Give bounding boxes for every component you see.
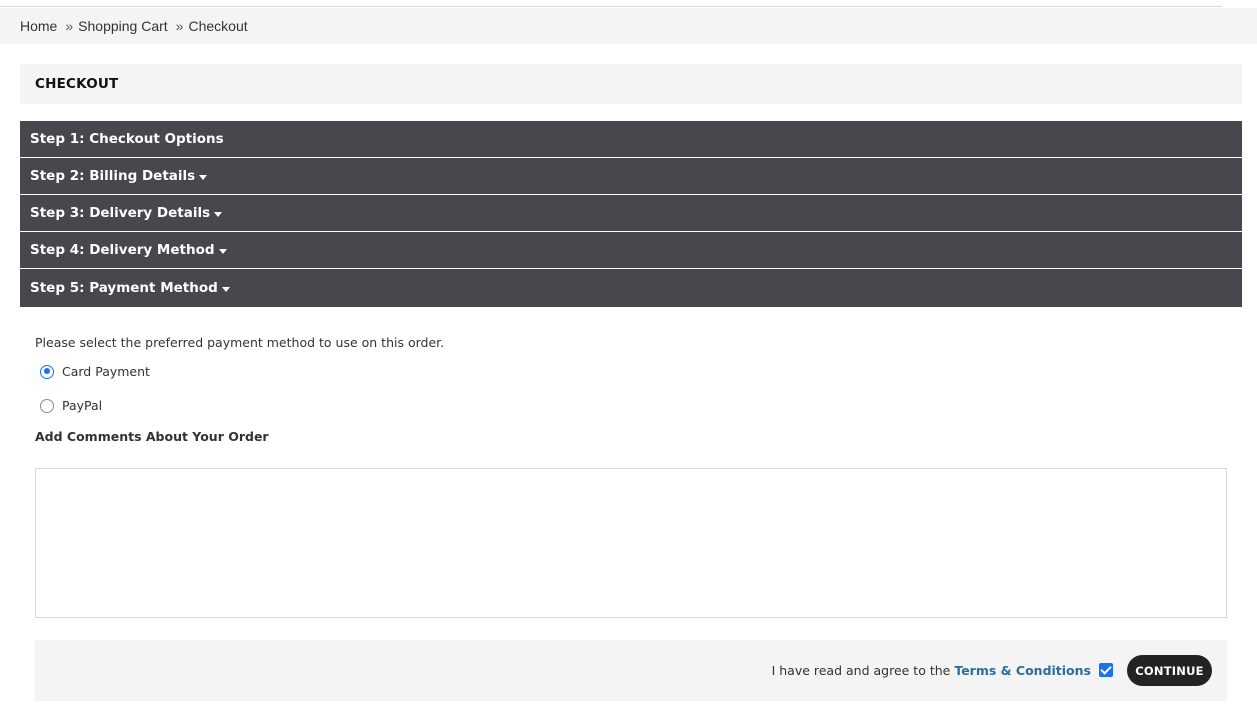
breadcrumb-shopping-cart-link[interactable]: Shopping Cart bbox=[78, 18, 168, 34]
payment-instruction: Please select the preferred payment meth… bbox=[35, 335, 445, 350]
step-label: Step 1: Checkout Options bbox=[30, 131, 224, 147]
caret-down-icon bbox=[221, 286, 230, 292]
step-label: Step 3: Delivery Details bbox=[30, 205, 211, 221]
step-checkout-options[interactable]: Step 1: Checkout Options bbox=[20, 121, 1242, 158]
page-title: CHECKOUT bbox=[35, 76, 119, 92]
payment-option-label: PayPal bbox=[62, 398, 103, 413]
card-payment-radio[interactable] bbox=[40, 364, 54, 379]
step-label: Step 2: Billing Details bbox=[30, 168, 196, 184]
paypal-radio[interactable] bbox=[40, 398, 54, 413]
caret-down-icon bbox=[199, 174, 208, 180]
checkout-steps: Step 1: Checkout Options Step 2: Billing… bbox=[20, 121, 1242, 307]
step-billing-details[interactable]: Step 2: Billing Details bbox=[20, 158, 1242, 195]
step-delivery-details[interactable]: Step 3: Delivery Details bbox=[20, 195, 1242, 232]
checkout-action-bar: I have read and agree to the Terms & Con… bbox=[35, 640, 1227, 701]
page-title-bar: CHECKOUT bbox=[20, 64, 1242, 104]
breadcrumb: Home » Shopping Cart » Checkout bbox=[20, 18, 248, 34]
step-label: Step 5: Payment Method bbox=[30, 280, 218, 296]
agree-label: I have read and agree to the bbox=[771, 663, 955, 678]
step-label: Step 4: Delivery Method bbox=[30, 242, 215, 258]
comments-label: Add Comments About Your Order bbox=[35, 429, 269, 444]
breadcrumb-home-link[interactable]: Home bbox=[20, 18, 57, 34]
breadcrumb-separator: » bbox=[65, 18, 74, 34]
payment-option-paypal[interactable]: PayPal bbox=[40, 398, 102, 413]
breadcrumb-checkout-link[interactable]: Checkout bbox=[188, 18, 247, 34]
breadcrumb-separator: » bbox=[175, 18, 184, 34]
terms-agreement-text: I have read and agree to the Terms & Con… bbox=[772, 663, 1091, 678]
continue-button[interactable]: CONTINUE bbox=[1127, 655, 1212, 686]
top-divider bbox=[0, 0, 1222, 7]
step-payment-method[interactable]: Step 5: Payment Method bbox=[20, 269, 1242, 307]
terms-conditions-link[interactable]: Terms & Conditions bbox=[954, 663, 1091, 678]
payment-method-panel: Please select the preferred payment meth… bbox=[35, 335, 1227, 618]
caret-down-icon bbox=[218, 248, 227, 254]
payment-option-label: Card Payment bbox=[62, 364, 150, 379]
order-comments-textarea[interactable] bbox=[35, 468, 1227, 618]
breadcrumb-bar: Home » Shopping Cart » Checkout bbox=[0, 8, 1257, 44]
step-delivery-method[interactable]: Step 4: Delivery Method bbox=[20, 232, 1242, 269]
caret-down-icon bbox=[214, 211, 223, 217]
agree-terms-checkbox[interactable] bbox=[1099, 663, 1113, 677]
payment-option-card[interactable]: Card Payment bbox=[40, 364, 150, 379]
